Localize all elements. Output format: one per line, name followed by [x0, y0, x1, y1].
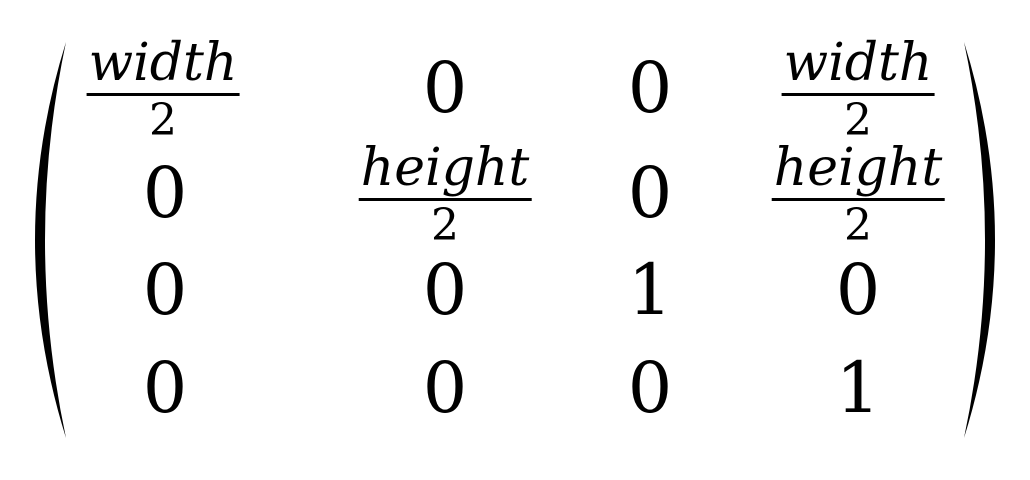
left-parenthesis: [0, 0, 80, 480]
matrix-cell-r4-c4: 1: [835, 347, 881, 429]
fraction-numerator: height: [360, 138, 530, 198]
fraction-numerator: width: [88, 33, 238, 93]
matrix-figure: width 2 0 0 width 2 0 height 2 0 height …: [0, 0, 1030, 480]
matrix-cell-r1-c2: 0: [422, 47, 468, 129]
matrix-cell-r4-c1: 0: [142, 347, 188, 429]
matrix-cell-r3-c2: 0: [422, 249, 468, 331]
matrix-cell-r1-c3: 0: [627, 47, 673, 129]
fraction-denominator: 2: [843, 200, 872, 251]
fraction-denominator: 2: [148, 95, 177, 146]
matrix-cell-r3-c4: 0: [835, 249, 881, 331]
matrix-cell-r2-c1: 0: [142, 152, 188, 234]
right-parenthesis: [950, 0, 1030, 480]
matrix-cell-r4-c3: 0: [627, 347, 673, 429]
matrix-cell-r1-c1: width 2: [86, 33, 240, 146]
fraction-denominator: 2: [843, 95, 872, 146]
matrix-cell-r1-c4: width 2: [781, 33, 935, 146]
fraction-denominator: 2: [430, 200, 459, 251]
matrix-cell-r2-c4: height 2: [771, 138, 945, 251]
matrix-cell-r3-c3: 1: [627, 249, 673, 331]
matrix-cell-r2-c2: height 2: [358, 138, 532, 251]
fraction-numerator: width: [783, 33, 933, 93]
matrix-cell-r3-c1: 0: [142, 249, 188, 331]
matrix-cell-r2-c3: 0: [627, 152, 673, 234]
matrix-cell-r4-c2: 0: [422, 347, 468, 429]
fraction-numerator: height: [773, 138, 943, 198]
